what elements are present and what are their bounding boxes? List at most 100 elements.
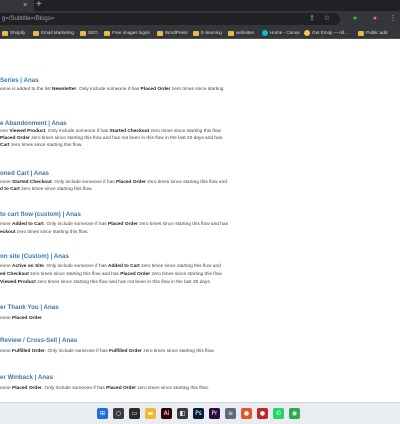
notepad-icon[interactable]: ≡ (225, 408, 236, 419)
trigger-text-segment: zero times since starting this flow and … (29, 136, 223, 141)
trigger-text-segment: zero times since starting (170, 87, 224, 92)
trigger-text-segment: zero times since starting this flow. (136, 386, 209, 391)
trigger-metric-bold: Placed Order (116, 180, 146, 185)
folder-icon (104, 30, 110, 36)
trigger-text-segment: zero times since starting this flow and … (28, 272, 121, 277)
flow-title-link[interactable]: oned Cart | Anas (0, 170, 49, 178)
folder-icon (80, 30, 86, 36)
flow-trigger-text: eone Started Checkout. Only include some… (0, 180, 227, 186)
extension-icon[interactable]: ● (350, 14, 360, 24)
trigger-text-segment: eone (0, 316, 13, 321)
url-field[interactable]: g=/Subtitle=/Blogs= (0, 13, 340, 25)
trigger-metric-bold: d to Cart (0, 187, 20, 192)
trigger-text-segment: zero times since starting this flow (149, 129, 221, 134)
file-explorer-icon[interactable]: ▬ (145, 408, 156, 419)
flow-title-link[interactable]: Series | Anas (0, 77, 39, 85)
trigger-metric-bold: Started Checkout (109, 129, 150, 134)
flow-list: Series | Anas eone is added to the list … (0, 40, 400, 402)
browser-tab[interactable]: × (0, 0, 34, 11)
trigger-metric-bold: Placed Order (12, 316, 42, 321)
bookmark-free-images-logos[interactable]: Free images logos (104, 28, 150, 38)
flow-trigger-text: eone Fulfilled Order. Only include someo… (0, 349, 215, 355)
trigger-metric-bold: Added to Cart (12, 222, 44, 227)
flow-trigger-text: eckout zero times since starting this fl… (0, 230, 88, 236)
chrome-icon[interactable]: ◉ (289, 408, 300, 419)
bookmark-shopify[interactable]: Shopify (2, 28, 25, 38)
trigger-metric-bold: Placed Order (120, 272, 151, 277)
flow-trigger-text: eone is added to the list Newsletter. On… (0, 87, 223, 93)
task-view-icon[interactable]: ▭ (129, 408, 140, 419)
media-icon[interactable]: ● (257, 408, 268, 419)
bookmark-websites[interactable]: websites (228, 28, 254, 38)
folder-icon (193, 30, 199, 36)
bookmark-public-add[interactable]: Public add (358, 28, 387, 38)
trigger-text-segment: eone (0, 222, 13, 227)
folder-icon (228, 30, 234, 36)
trigger-text-segment: eone (0, 264, 13, 269)
bookmark-e-learning[interactable]: E-learning (193, 28, 222, 38)
trigger-text-segment: eone (0, 349, 13, 354)
bookmark-get-emoji[interactable]: Get Emoji — All... (304, 28, 348, 38)
trigger-metric-bold: Placed Order (0, 136, 30, 141)
flow-title-link[interactable]: er Thank You | Anas (0, 304, 59, 312)
bookmark-seo[interactable]: SEO (80, 28, 98, 38)
menu-icon[interactable]: ⋮ (388, 14, 398, 24)
flow-title-link[interactable]: er Winback | Anas (0, 374, 53, 382)
trigger-metric-bold: Cart (0, 143, 10, 148)
flow-trigger-text: eone Placed Order. Only include someone … (0, 386, 209, 392)
illustrator-icon[interactable]: Ai (161, 408, 172, 419)
trigger-text-segment: . Only include someone if has (51, 180, 116, 185)
flow-title-link[interactable]: Review / Cross-Sell | Anas (0, 337, 77, 345)
flow-trigger-text: eone Active on Site. Only include someon… (0, 264, 221, 270)
trigger-text-segment: . (41, 316, 44, 321)
app-icon[interactable]: ◧ (177, 408, 188, 419)
trigger-text-segment: one (0, 129, 10, 134)
address-bar: g=/Subtitle=/Blogs= ⇪ ☆ ● ● ⋮ (0, 11, 400, 27)
flow-title-link[interactable]: e Abandonment | Anas (0, 120, 67, 128)
new-tab-button[interactable]: + (36, 0, 42, 10)
folder-icon (33, 30, 39, 36)
trigger-text-segment: . Only include someone if has (43, 264, 109, 269)
search-icon[interactable]: ○ (113, 408, 124, 419)
trigger-text-segment: zero times since starting this flow. (19, 187, 93, 192)
trigger-metric-bold: Placed Order (108, 222, 138, 227)
close-tab-icon[interactable]: × (23, 1, 27, 10)
trigger-text-segment: zero times since starting this flow. (141, 349, 215, 354)
browser-tab-bar: × + (0, 0, 400, 11)
trigger-text-segment: eone (0, 180, 13, 185)
windows-start-icon[interactable]: ⊞ (97, 408, 108, 419)
trigger-text-segment: zero times since starting this flow and … (35, 280, 212, 285)
trigger-text-segment: . Only include someone if has (45, 129, 110, 134)
trigger-text-segment: eone is added to the list (0, 87, 53, 92)
bookmark-star-icon[interactable]: ☆ (322, 14, 332, 24)
trigger-metric-bold: Fulfilled Order (109, 349, 142, 354)
trigger-metric-bold: Viewed Product (9, 129, 46, 134)
whatsapp-icon[interactable]: ✆ (273, 408, 284, 419)
trigger-metric-bold: Placed Order (140, 87, 171, 92)
folder-icon (358, 30, 364, 36)
bookmark-home-canva[interactable]: Home - Canva (262, 28, 300, 38)
flow-trigger-text: Viewed Product zero times since starting… (0, 280, 211, 286)
canva-icon (262, 30, 268, 36)
trigger-text-segment: zero times since starting this flow and (145, 180, 227, 185)
trigger-metric-bold: eckout (0, 230, 16, 235)
trigger-metric-bold: Started Checkout (12, 180, 52, 185)
share-icon[interactable]: ⇪ (307, 14, 317, 24)
trigger-text-segment: eone (0, 386, 13, 391)
photoshop-icon[interactable]: Ps (193, 408, 204, 419)
bookmark-email-marketing[interactable]: Email Marketing (33, 28, 74, 38)
trigger-metric-bold: Added to Cart (108, 264, 140, 269)
trigger-metric-bold: Viewed Product (0, 280, 36, 285)
flow-trigger-text: ed Checkout zero times since starting th… (0, 272, 222, 278)
folder-icon (157, 30, 163, 36)
trigger-text-segment: zero times since starting this flow (150, 272, 222, 277)
firefox-icon[interactable]: ● (241, 408, 252, 419)
url-text: g=/Subtitle=/Blogs= (2, 16, 55, 22)
windows-taskbar: ⊞ ○ ▭ ▬ Ai ◧ Ps Pr ≡ ● ● ✆ ◉ (0, 402, 400, 424)
premiere-icon[interactable]: Pr (209, 408, 220, 419)
profile-icon[interactable]: ● (370, 14, 380, 24)
flow-title-link[interactable]: to cart flow (custom) | Anas (0, 211, 81, 219)
flow-title-link[interactable]: on site (Custom) | Anas (0, 253, 69, 261)
trigger-metric-bold: Fulfilled Order (12, 349, 45, 354)
bookmark-wordpress[interactable]: WordPress (157, 28, 188, 38)
